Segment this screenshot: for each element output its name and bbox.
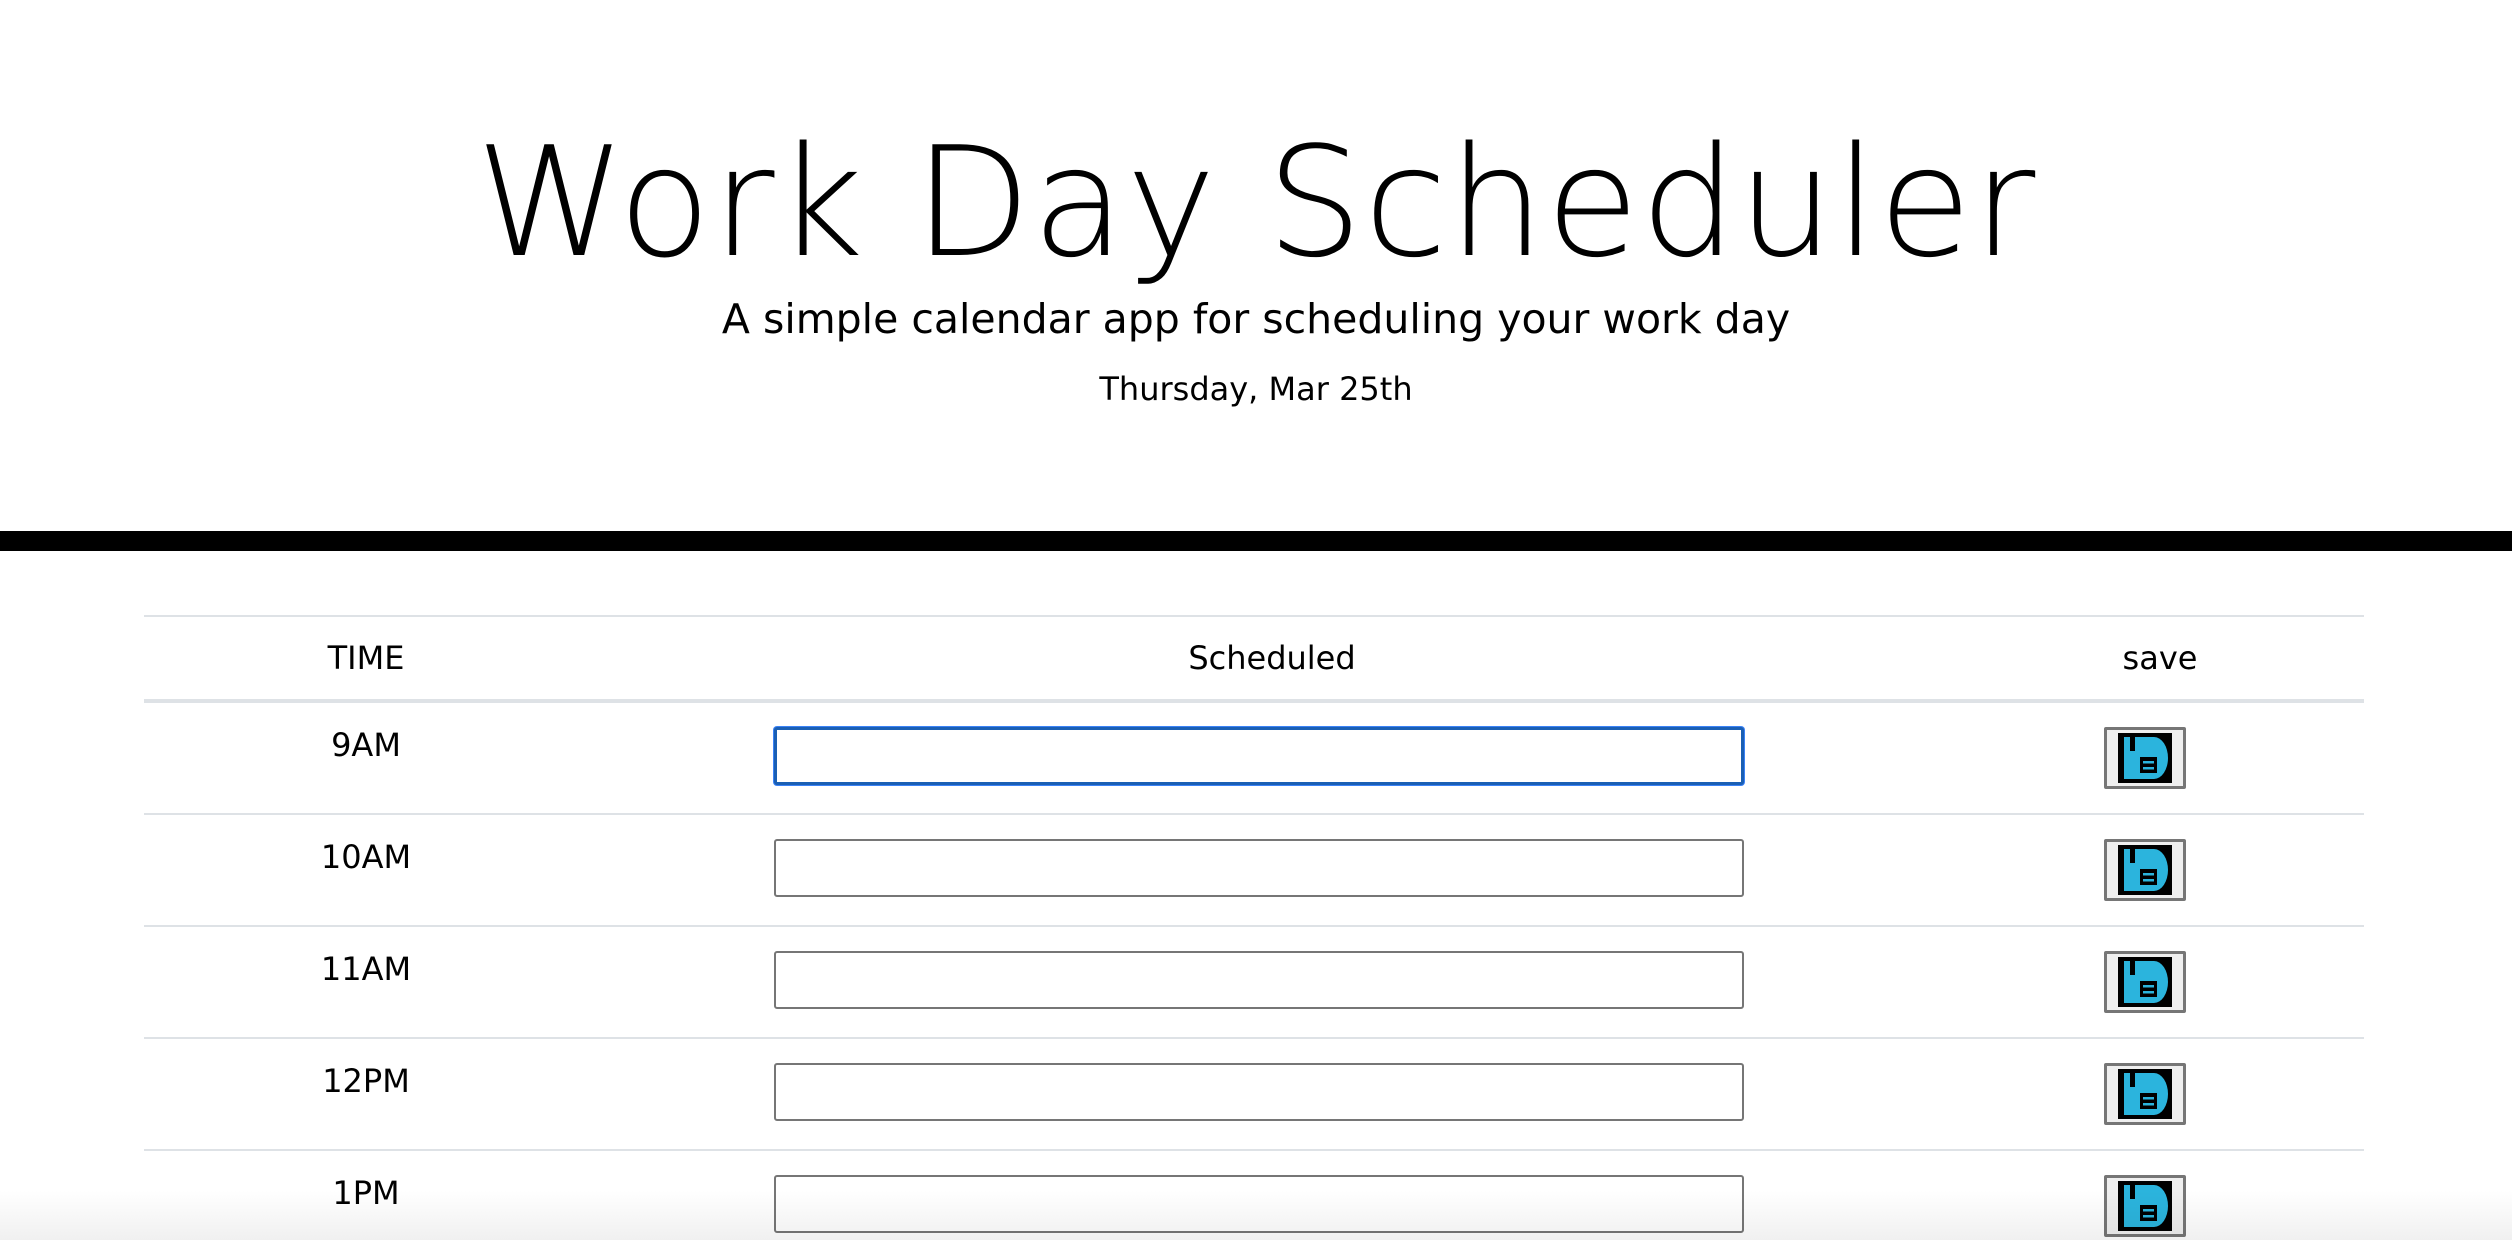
save-cell (2104, 951, 2186, 1013)
hour-label: 12PM (322, 1062, 410, 1100)
header-divider (0, 531, 2512, 551)
page-subtitle: A simple calendar app for scheduling you… (721, 295, 1791, 343)
event-cell (774, 1063, 1744, 1121)
table-row: 10AM (144, 815, 2364, 927)
floppy-disk-icon (2118, 957, 2172, 1007)
column-header-scheduled: Scheduled (1188, 639, 1356, 677)
hour-label: 1PM (332, 1174, 400, 1212)
floppy-disk-icon (2118, 1069, 2172, 1119)
event-input[interactable] (774, 1175, 1744, 1233)
save-button[interactable] (2104, 1175, 2186, 1237)
floppy-disk-icon (2118, 1181, 2172, 1231)
page-title: Work Day Scheduler (475, 114, 2037, 291)
current-date: Thursday, Mar 25th (1099, 370, 1413, 408)
save-button[interactable] (2104, 1063, 2186, 1125)
save-cell (2104, 839, 2186, 901)
hour-label: 10AM (320, 838, 412, 876)
save-button[interactable] (2104, 951, 2186, 1013)
event-input[interactable] (774, 951, 1744, 1009)
floppy-disk-icon (2118, 733, 2172, 783)
table-row: 12PM (144, 1039, 2364, 1151)
event-cell (774, 951, 1744, 1009)
event-cell (774, 727, 1744, 785)
save-button[interactable] (2104, 727, 2186, 789)
table-row: 1PM (144, 1151, 2364, 1240)
floppy-disk-icon (2118, 845, 2172, 895)
jumbotron: Work Day Scheduler A simple calendar app… (0, 0, 2512, 531)
save-cell (2104, 1175, 2186, 1237)
event-input[interactable] (774, 839, 1744, 897)
table-header: TIME Scheduled save (144, 615, 2364, 703)
event-input[interactable] (774, 727, 1744, 785)
table-row: 9AM (144, 703, 2364, 815)
event-input[interactable] (774, 1063, 1744, 1121)
save-cell (2104, 1063, 2186, 1125)
hour-label: 11AM (320, 950, 412, 988)
column-header-time: TIME (327, 639, 405, 677)
table-row: 11AM (144, 927, 2364, 1039)
page: Work Day Scheduler A simple calendar app… (0, 0, 2512, 1240)
schedule-table: TIME Scheduled save 9AM 10AM 11AM 12PM 1… (144, 615, 2364, 1240)
save-cell (2104, 727, 2186, 789)
save-button[interactable] (2104, 839, 2186, 901)
event-cell (774, 1175, 1744, 1233)
hour-label: 9AM (331, 726, 401, 764)
event-cell (774, 839, 1744, 897)
column-header-save: save (2122, 639, 2198, 677)
